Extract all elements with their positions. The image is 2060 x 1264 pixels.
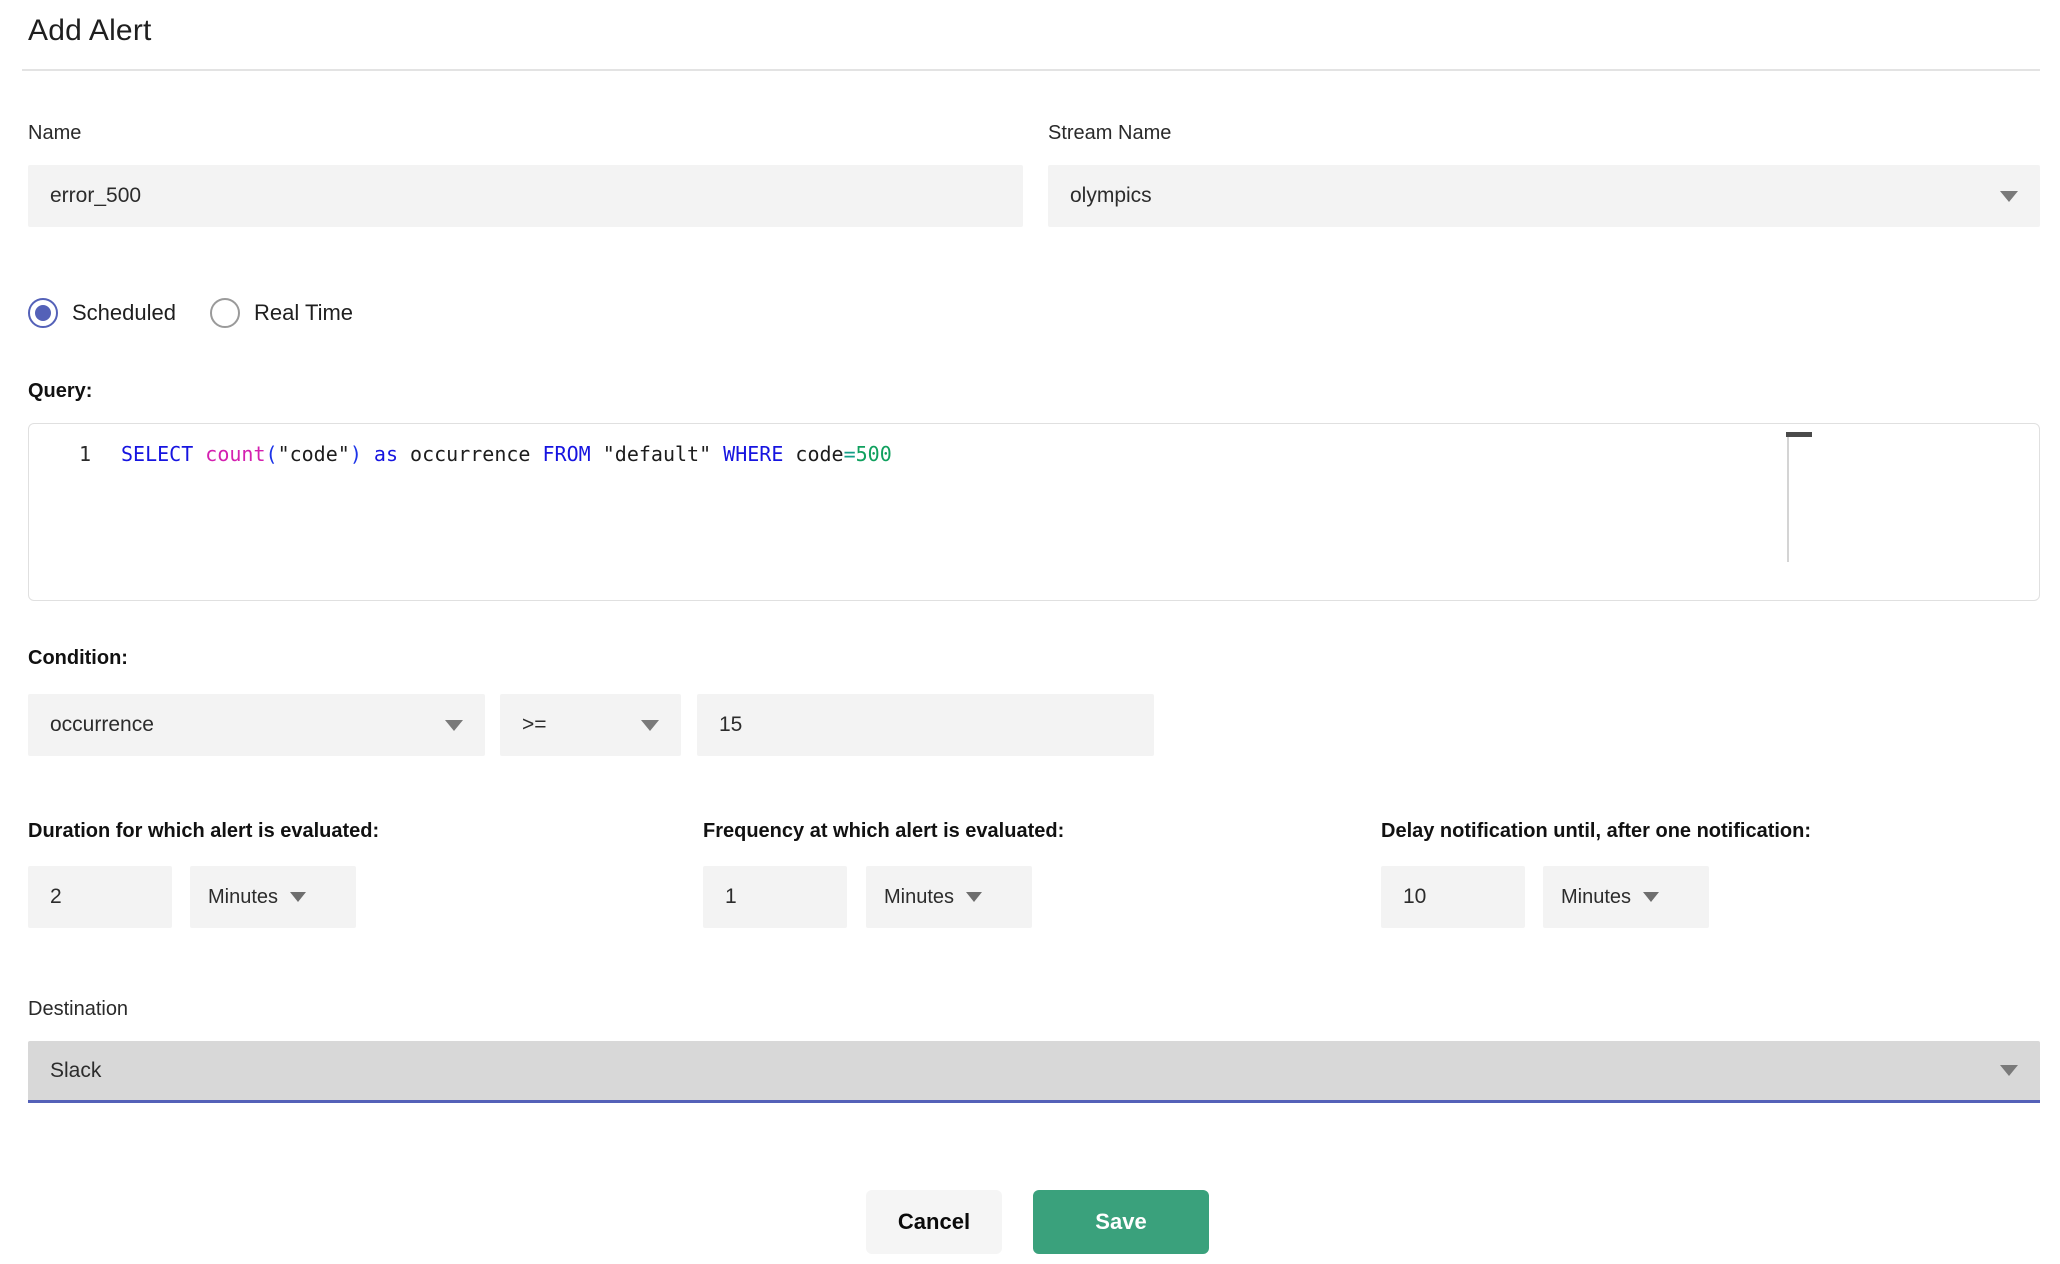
- condition-label: Condition:: [28, 647, 128, 669]
- radio-real-time-label: Real Time: [253, 300, 354, 325]
- chevron-down-icon[interactable]: [966, 892, 983, 902]
- radio-scheduled-mark: [28, 298, 58, 328]
- sql-token-select: SELECT: [121, 442, 194, 466]
- cancel-button[interactable]: Cancel: [866, 1190, 1002, 1254]
- sql-token-code-string: "code": [277, 442, 350, 466]
- duration-unit-value: Minutes: [208, 885, 279, 908]
- line-number: 1: [78, 442, 91, 466]
- stream-name-label: Stream Name: [1048, 122, 1172, 144]
- frequency-value-input[interactable]: 1: [703, 866, 847, 928]
- sql-code: SELECT count("code") as occurrence FROM …: [121, 441, 892, 467]
- sql-token-from: FROM: [542, 442, 591, 466]
- chevron-down-icon[interactable]: [445, 719, 463, 731]
- sql-token-open-paren: (: [265, 442, 278, 466]
- name-input-value: error_500: [50, 184, 142, 207]
- chevron-down-icon[interactable]: [1643, 892, 1660, 902]
- sql-token-equals: =: [843, 442, 856, 466]
- sql-token-as: as: [373, 442, 398, 466]
- delay-value-input[interactable]: 10: [1381, 866, 1525, 928]
- duration-value-input[interactable]: 2: [28, 866, 172, 928]
- radio-real-time-mark: [209, 298, 240, 328]
- page-title: Add Alert: [28, 14, 152, 47]
- radio-scheduled[interactable]: Scheduled: [28, 298, 176, 328]
- condition-threshold-value: 15: [719, 713, 743, 736]
- destination-select[interactable]: Slack: [28, 1041, 2040, 1103]
- radio-real-time[interactable]: Real Time: [209, 298, 354, 328]
- radio-scheduled-label: Scheduled: [72, 300, 176, 325]
- destination-value: Slack: [50, 1058, 102, 1082]
- delay-unit-value: Minutes: [1561, 885, 1632, 908]
- sql-token-where: WHERE: [723, 442, 784, 466]
- sql-token-close-paren: ): [349, 442, 362, 466]
- stream-name-value: olympics: [1070, 184, 1152, 207]
- name-input[interactable]: error_500: [28, 165, 1023, 227]
- name-label: Name: [28, 122, 82, 144]
- condition-threshold-input[interactable]: 15: [697, 694, 1154, 756]
- duration-label: Duration for which alert is evaluated:: [28, 820, 380, 842]
- stream-name-select[interactable]: olympics: [1048, 165, 2040, 227]
- sql-token-number: 500: [855, 442, 892, 466]
- query-sql-editor[interactable]: 1 SELECT count("code") as occurrence FRO…: [28, 423, 2040, 601]
- editor-scrollbar-thumb[interactable]: [1786, 432, 1812, 437]
- sql-token-default-string: "default": [602, 442, 712, 466]
- chevron-down-icon[interactable]: [2000, 1065, 2018, 1076]
- frequency-label: Frequency at which alert is evaluated:: [703, 820, 1065, 842]
- editor-scrollbar-track[interactable]: [1787, 432, 1789, 562]
- chevron-down-icon[interactable]: [290, 892, 307, 902]
- frequency-unit-value: Minutes: [884, 885, 955, 908]
- alert-type-radio-group: Scheduled Real Time: [28, 298, 353, 328]
- frequency-unit-select[interactable]: Minutes: [866, 866, 1032, 928]
- title-divider: [22, 69, 2040, 71]
- delay-value: 10: [1403, 885, 1427, 908]
- condition-column-select[interactable]: occurrence: [28, 694, 485, 756]
- destination-label: Destination: [28, 998, 129, 1020]
- code-line: 1 SELECT count("code") as occurrence FRO…: [29, 424, 2039, 467]
- sql-token-count: count: [205, 442, 266, 466]
- add-alert-dialog: Add Alert Name error_500 Stream Name oly…: [0, 0, 2060, 1264]
- sql-token-occurrence: occurrence: [410, 442, 531, 466]
- duration-unit-select[interactable]: Minutes: [190, 866, 356, 928]
- delay-label: Delay notification until, after one noti…: [1381, 820, 1812, 842]
- condition-column-value: occurrence: [50, 713, 154, 736]
- save-button[interactable]: Save: [1033, 1190, 1209, 1254]
- condition-operator-select[interactable]: >=: [500, 694, 681, 756]
- query-label: Query:: [28, 380, 93, 402]
- delay-unit-select[interactable]: Minutes: [1543, 866, 1709, 928]
- chevron-down-icon[interactable]: [641, 719, 659, 731]
- frequency-value: 1: [725, 885, 737, 908]
- chevron-down-icon[interactable]: [2000, 190, 2018, 202]
- sql-token-code: code: [795, 442, 844, 466]
- duration-value: 2: [50, 885, 62, 908]
- condition-operator-value: >=: [522, 713, 547, 736]
